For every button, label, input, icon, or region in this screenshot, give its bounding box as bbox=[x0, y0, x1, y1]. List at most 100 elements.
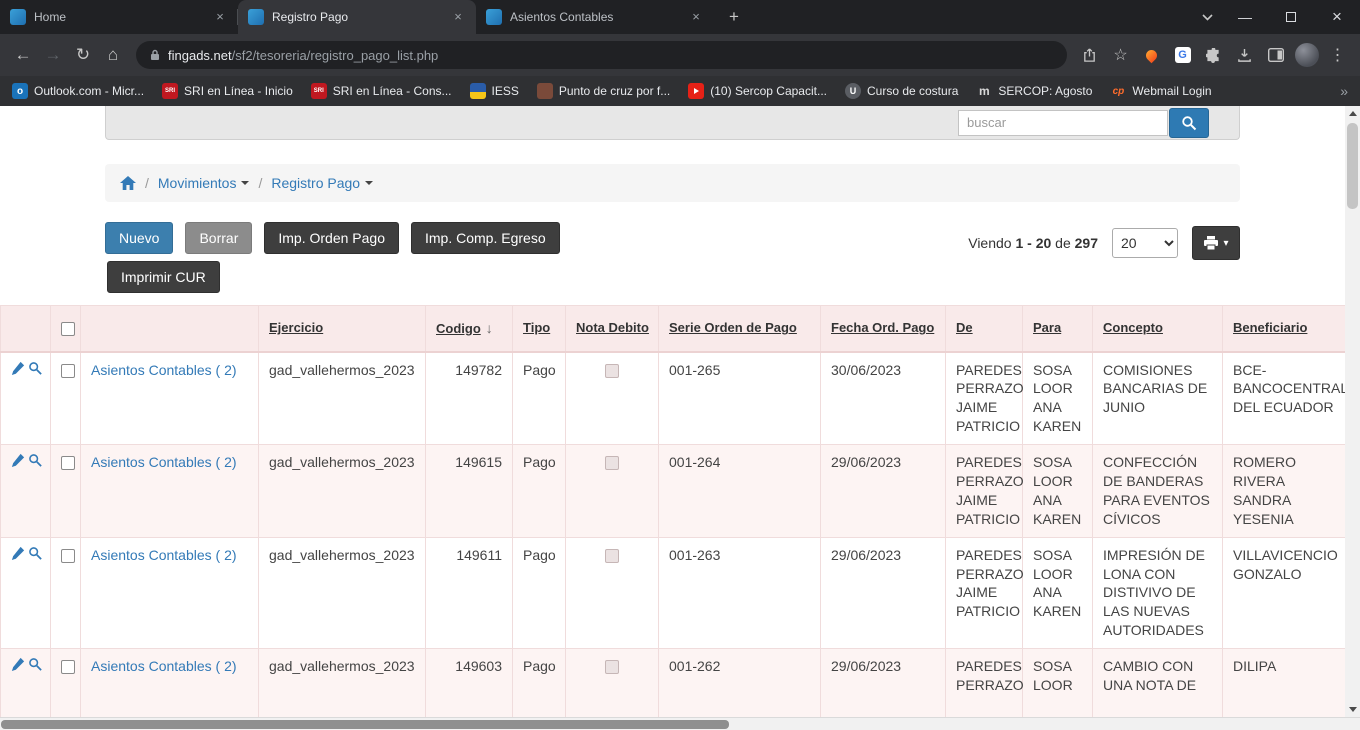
back-icon[interactable]: ← bbox=[8, 40, 38, 70]
search-panel bbox=[105, 106, 1240, 140]
row-search-icon[interactable] bbox=[28, 546, 42, 565]
breadcrumb-registro-pago[interactable]: Registro Pago bbox=[271, 175, 373, 191]
bookmark-star-icon[interactable]: ☆ bbox=[1106, 41, 1135, 70]
bookmark-curso-costura[interactable]: U Curso de costura bbox=[845, 83, 958, 99]
de-cell: PAREDES PERRAZO JAIME PATRICIO bbox=[946, 445, 1023, 538]
paging-controls: Viendo 1 - 20 de 297 20 ▾ bbox=[968, 226, 1240, 260]
header-para: Para bbox=[1023, 306, 1093, 352]
print-button[interactable]: ▾ bbox=[1192, 226, 1240, 260]
extensions-puzzle-icon[interactable] bbox=[1199, 41, 1228, 70]
browser-home-icon[interactable]: ⌂ bbox=[98, 40, 128, 70]
bookmark-webmail[interactable]: cp Webmail Login bbox=[1110, 83, 1211, 99]
breadcrumb-separator: / bbox=[145, 175, 149, 191]
nota-debito-cell bbox=[566, 352, 659, 445]
viendo-total: 297 bbox=[1075, 235, 1098, 251]
edit-pencil-icon[interactable] bbox=[11, 546, 25, 565]
maximize-button[interactable] bbox=[1268, 0, 1314, 34]
search-input[interactable] bbox=[958, 110, 1168, 136]
vertical-scrollbar[interactable] bbox=[1345, 106, 1360, 717]
breadcrumb: / Movimientos / Registro Pago bbox=[105, 164, 1240, 202]
minimize-button[interactable]: — bbox=[1222, 0, 1268, 34]
tab-asientos-contables[interactable]: Asientos Contables × bbox=[476, 0, 714, 34]
table-row: Asientos Contables ( 2)gad_vallehermos_2… bbox=[1, 352, 1346, 445]
fecha-ord-pago-cell: 30/06/2023 bbox=[821, 352, 946, 445]
borrar-button[interactable]: Borrar bbox=[185, 222, 252, 254]
row-actions-cell bbox=[1, 649, 51, 717]
imprimir-cur-button[interactable]: Imprimir CUR bbox=[107, 261, 220, 293]
edit-pencil-icon[interactable] bbox=[11, 361, 25, 380]
bookmark-outlook[interactable]: o Outlook.com - Micr... bbox=[12, 83, 144, 99]
tab-registro-pago[interactable]: Registro Pago × bbox=[238, 0, 476, 34]
tab-close-icon[interactable]: × bbox=[688, 9, 704, 25]
scroll-down-icon[interactable] bbox=[1345, 702, 1360, 717]
bookmark-punto-de-cruz[interactable]: Punto de cruz por f... bbox=[537, 83, 670, 99]
imp-comp-egreso-button[interactable]: Imp. Comp. Egreso bbox=[411, 222, 560, 254]
row-checkbox[interactable] bbox=[61, 456, 75, 470]
imp-orden-pago-button[interactable]: Imp. Orden Pago bbox=[264, 222, 399, 254]
page-size-select[interactable]: 20 bbox=[1112, 228, 1178, 258]
scroll-up-icon[interactable] bbox=[1345, 106, 1360, 121]
asientos-contables-link[interactable]: Asientos Contables ( 2) bbox=[91, 658, 237, 674]
nota-debito-checkbox bbox=[605, 660, 619, 674]
bookmark-sercop-agosto[interactable]: m SERCOP: Agosto bbox=[976, 83, 1092, 99]
edit-pencil-icon[interactable] bbox=[11, 657, 25, 676]
tab-home[interactable]: Home × bbox=[0, 0, 238, 34]
select-all-checkbox[interactable] bbox=[61, 322, 75, 336]
printer-icon bbox=[1203, 236, 1219, 251]
row-checkbox[interactable] bbox=[61, 660, 75, 674]
bookmark-iess[interactable]: IESS bbox=[470, 83, 519, 99]
tab-close-icon[interactable]: × bbox=[212, 9, 228, 25]
select-all-header bbox=[51, 306, 81, 352]
home-icon[interactable] bbox=[120, 176, 136, 190]
link-header bbox=[81, 306, 259, 352]
cpanel-icon: cp bbox=[1110, 83, 1126, 99]
downloads-icon[interactable] bbox=[1230, 41, 1259, 70]
table-row: Asientos Contables ( 2) gad_vallehermos_2… bbox=[1, 649, 1346, 717]
asientos-contables-link[interactable]: Asientos Contables ( 2) bbox=[91, 547, 237, 563]
codigo-cell: 149615 bbox=[426, 445, 513, 538]
asientos-cell: Asientos Contables ( 2) bbox=[81, 649, 259, 717]
row-checkbox[interactable] bbox=[61, 364, 75, 378]
header-de: De bbox=[946, 306, 1023, 352]
de-cell: PAREDES PERRAZO JAIME PATRICIO bbox=[946, 352, 1023, 445]
new-tab-button[interactable]: + bbox=[720, 3, 748, 31]
nota-debito-cell bbox=[566, 649, 659, 717]
breadcrumb-movimientos[interactable]: Movimientos bbox=[158, 175, 250, 191]
chevron-down-icon bbox=[365, 181, 373, 185]
row-checkbox[interactable] bbox=[61, 549, 75, 563]
side-panel-icon[interactable] bbox=[1261, 41, 1290, 70]
edit-pencil-icon[interactable] bbox=[11, 453, 25, 472]
row-search-icon[interactable] bbox=[28, 453, 42, 472]
search-button[interactable] bbox=[1169, 108, 1209, 138]
menu-dots-icon[interactable]: ⋮ bbox=[1323, 41, 1352, 70]
nuevo-button[interactable]: Nuevo bbox=[105, 222, 173, 254]
asientos-contables-link[interactable]: Asientos Contables ( 2) bbox=[91, 454, 237, 470]
share-icon[interactable] bbox=[1075, 41, 1104, 70]
beneficiario-cell: DILIPA bbox=[1223, 649, 1346, 717]
translate-extension-icon[interactable]: G bbox=[1168, 41, 1197, 70]
asientos-cell: Asientos Contables ( 2) bbox=[81, 537, 259, 648]
profile-avatar[interactable] bbox=[1292, 41, 1321, 70]
tab-search-chevron-icon[interactable] bbox=[1192, 0, 1222, 34]
bookmark-sercop-youtube[interactable]: (10) Sercop Capacit... bbox=[688, 83, 827, 99]
row-actions-cell bbox=[1, 537, 51, 648]
address-bar[interactable]: fingads.net/sf2/tesoreria/registro_pago_… bbox=[136, 41, 1067, 69]
bookmark-sri-consultas[interactable]: SRI SRI en Línea - Cons... bbox=[311, 83, 452, 99]
flame-extension-icon[interactable] bbox=[1137, 41, 1166, 70]
close-window-button[interactable]: × bbox=[1314, 0, 1360, 34]
bookmark-label: IESS bbox=[492, 84, 519, 98]
bookmarks-overflow-icon[interactable]: » bbox=[1340, 83, 1348, 99]
horizontal-scrollbar[interactable] bbox=[0, 717, 1360, 730]
concepto-cell: CAMBIO CON UNA NOTA DE bbox=[1093, 649, 1223, 717]
bookmark-sri-inicio[interactable]: SRI SRI en Línea - Inicio bbox=[162, 83, 293, 99]
asientos-contables-link[interactable]: Asientos Contables ( 2) bbox=[91, 362, 237, 378]
reload-icon[interactable]: ↻ bbox=[68, 40, 98, 70]
tab-close-icon[interactable]: × bbox=[450, 9, 466, 25]
forward-icon[interactable]: → bbox=[38, 40, 68, 70]
table-row: Asientos Contables ( 2)gad_vallehermos_2… bbox=[1, 445, 1346, 538]
row-search-icon[interactable] bbox=[28, 361, 42, 380]
row-search-icon[interactable] bbox=[28, 657, 42, 676]
horizontal-scroll-thumb[interactable] bbox=[1, 720, 729, 729]
vertical-scroll-thumb[interactable] bbox=[1347, 123, 1358, 209]
ejercicio-cell: gad_vallehermos_2023 bbox=[259, 649, 426, 717]
